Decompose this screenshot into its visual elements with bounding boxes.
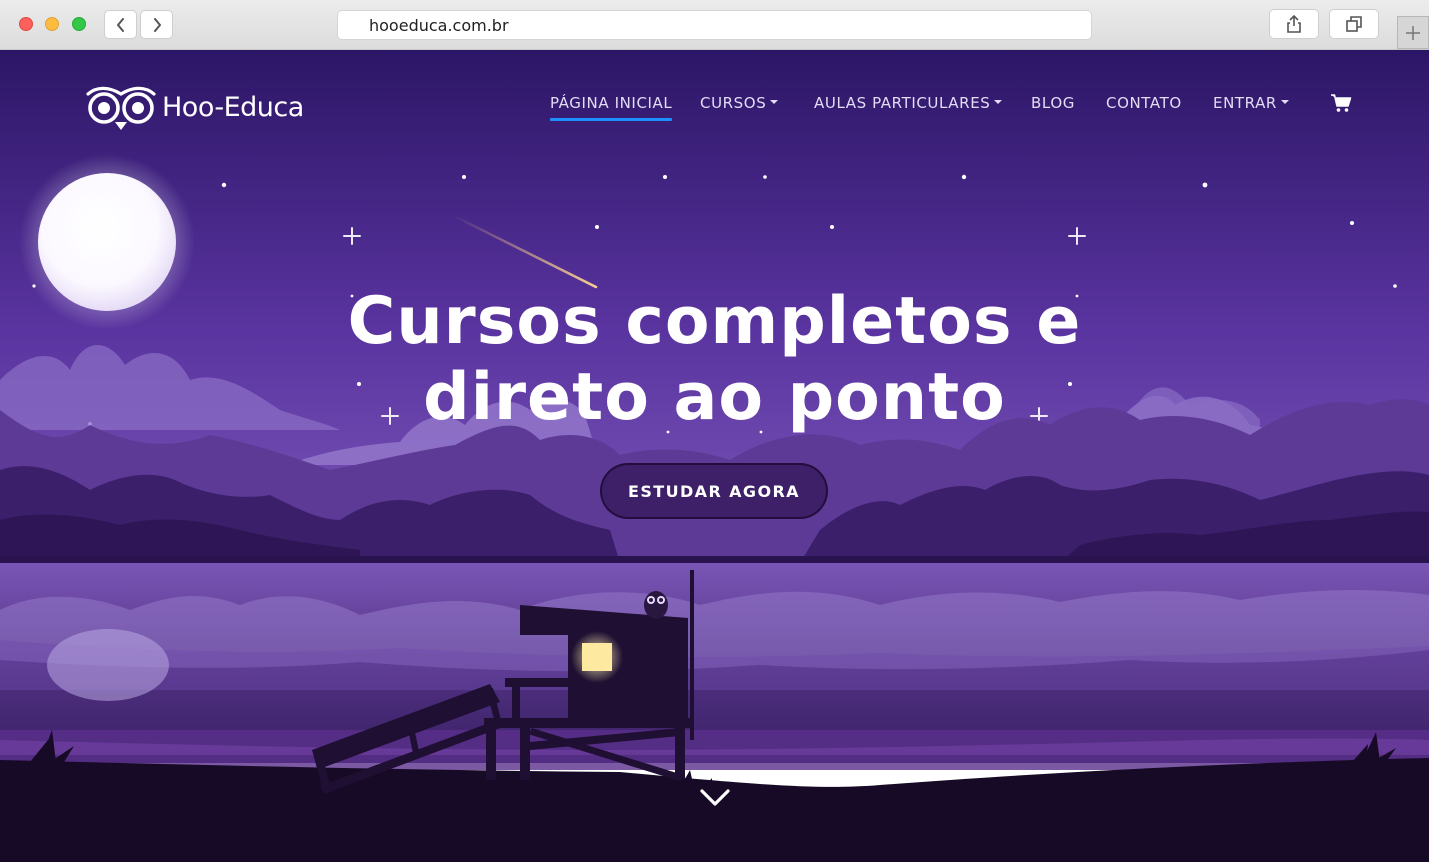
study-now-button[interactable]: ESTUDAR AGORA: [600, 463, 828, 519]
nav-login[interactable]: ENTRAR: [1213, 94, 1289, 112]
zoom-window-button[interactable]: [72, 17, 86, 31]
nav-home-label: PÁGINA INICIAL: [550, 94, 673, 112]
brand-name: Hoo-Educa: [162, 91, 304, 123]
nav-blog[interactable]: BLOG: [1031, 94, 1075, 112]
hero-headline-line-1: Cursos completos e: [347, 284, 1082, 359]
new-tab-button[interactable]: [1397, 16, 1429, 49]
owl-logo-icon: [86, 86, 156, 130]
hero-headline: Cursos completos e direto ao ponto: [0, 284, 1429, 436]
nav-home[interactable]: PÁGINA INICIAL: [550, 94, 673, 121]
caret-down-icon: [994, 99, 1003, 104]
browser-toolbar: hooeduca.com.br: [0, 0, 1429, 50]
caret-down-icon: [770, 99, 779, 104]
nav-contact-label: CONTATO: [1106, 94, 1182, 112]
chevron-left-icon: [116, 17, 124, 32]
site-logo[interactable]: Hoo-Educa: [86, 82, 304, 132]
shopping-cart-icon[interactable]: [1330, 93, 1352, 113]
scroll-down-chevron-icon[interactable]: [699, 787, 731, 809]
nav-courses[interactable]: CURSOS: [700, 94, 779, 112]
share-icon: [1287, 14, 1301, 33]
close-window-button[interactable]: [19, 17, 33, 31]
chevron-right-icon: [153, 17, 161, 32]
webpage: Hoo-Educa PÁGINA INICIAL CURSOS AULAS PA…: [0, 50, 1429, 862]
tabs-icon: [1346, 16, 1362, 32]
plus-icon: [1406, 25, 1420, 40]
url-text: hooeduca.com.br: [369, 16, 509, 35]
nav-contact[interactable]: CONTATO: [1106, 94, 1182, 112]
nav-blog-label: BLOG: [1031, 94, 1075, 112]
tabs-overview-button[interactable]: [1329, 9, 1379, 39]
browser-window: hooeduca.com.br Hoo-Educa PÁGINA INICIAL…: [0, 0, 1429, 862]
back-button[interactable]: [104, 10, 137, 39]
nav-login-label: ENTRAR: [1213, 94, 1277, 112]
forward-button[interactable]: [140, 10, 173, 39]
night-lake-illustration: [0, 50, 1429, 862]
nav-private-lessons[interactable]: AULAS PARTICULARES: [814, 94, 1003, 112]
share-button[interactable]: [1269, 9, 1319, 39]
caret-down-icon: [1280, 99, 1289, 104]
nav-courses-label: CURSOS: [700, 94, 767, 112]
address-bar[interactable]: hooeduca.com.br: [337, 10, 1092, 40]
minimize-window-button[interactable]: [45, 17, 59, 31]
nav-private-lessons-label: AULAS PARTICULARES: [814, 94, 991, 112]
hero-headline-line-2: direto ao ponto: [423, 360, 1006, 435]
